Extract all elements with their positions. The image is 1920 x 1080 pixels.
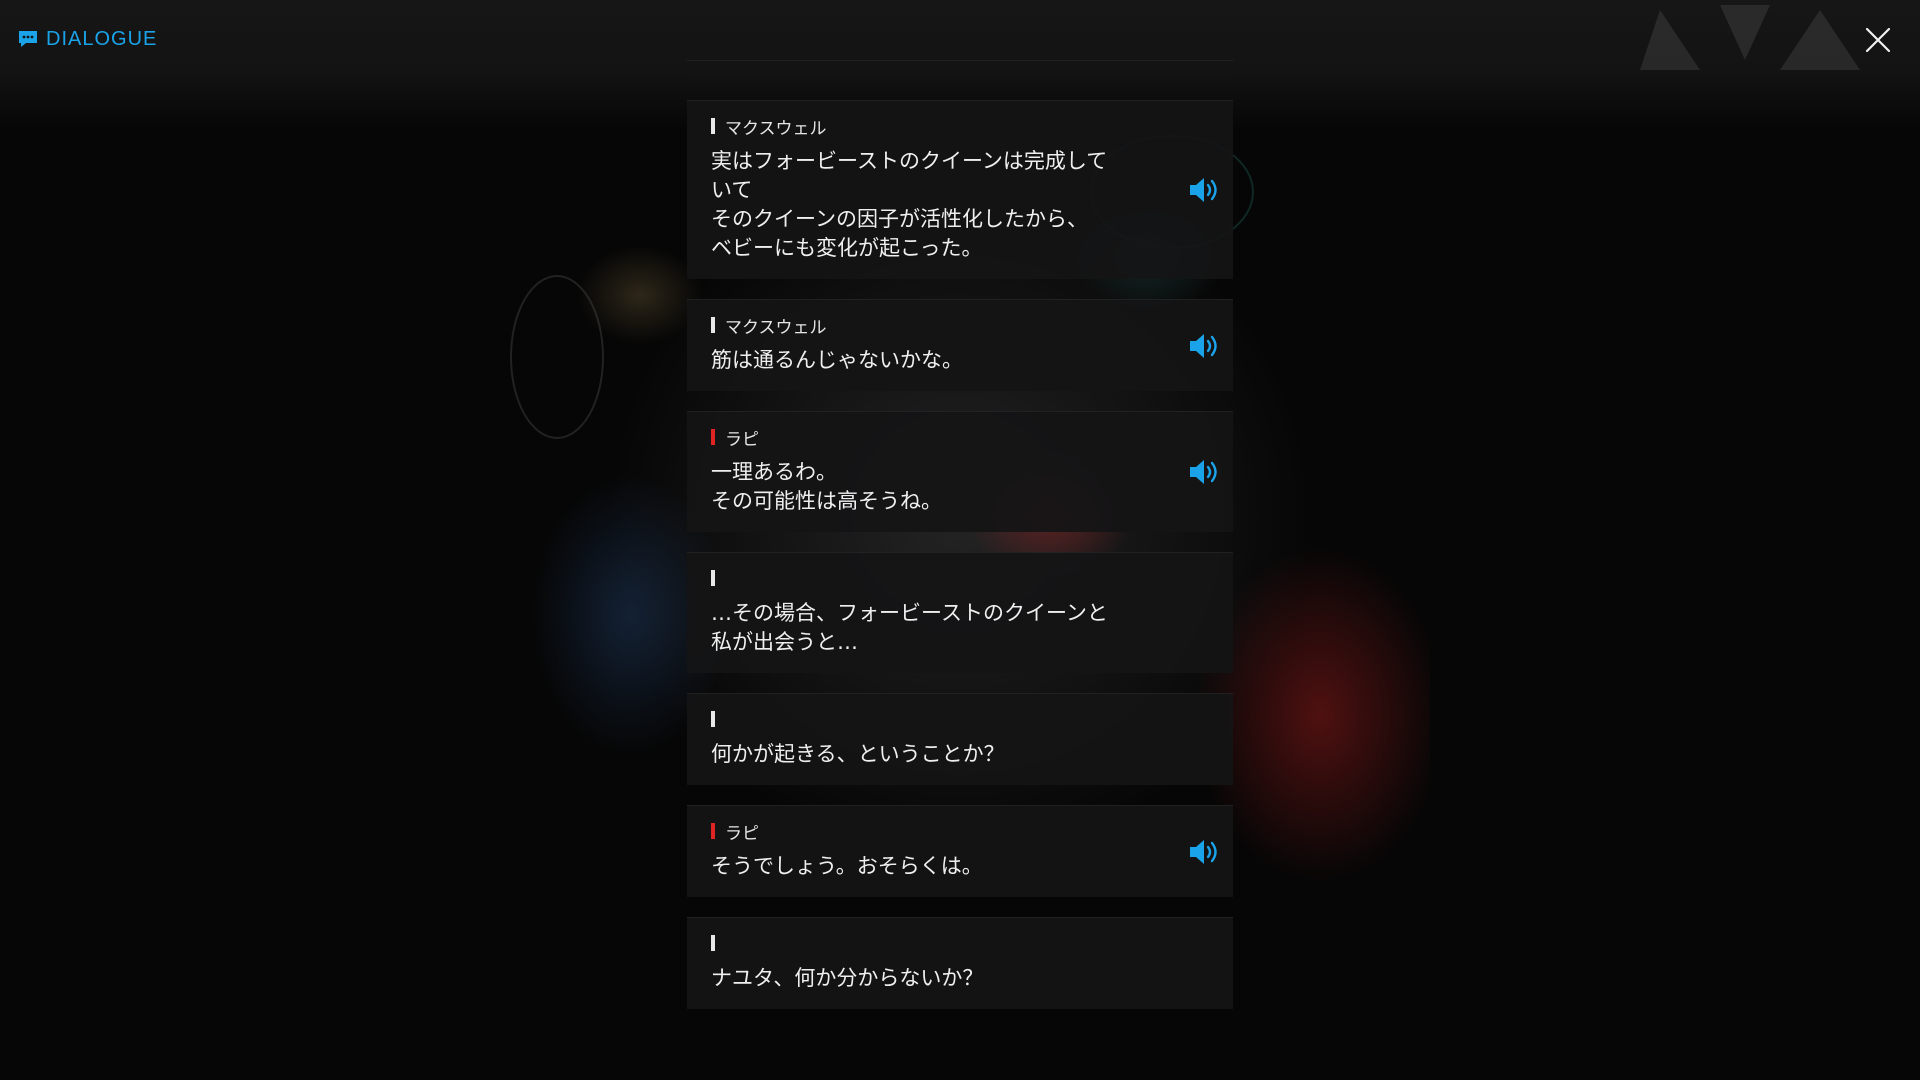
dialogue-text: …その場合、フォービーストのクイーンと 私が出会うと… — [711, 601, 1108, 654]
speaker-indicator-bar — [711, 118, 715, 134]
speaker-name: ラピ — [725, 823, 759, 844]
close-button[interactable] — [1864, 26, 1892, 54]
speaker-name: マクスウェル — [725, 317, 827, 338]
dialogue-entry: ラピそうでしょう。おそらくは。 — [687, 805, 1233, 897]
speaker-volume-icon — [1190, 333, 1217, 358]
dialogue-entry: マクスウェル実はフォービーストのクイーンは完成していて そのクイーンの因子が活性… — [687, 100, 1233, 279]
speaker-row — [711, 932, 1123, 954]
dialogue-text: ナユタ、何か分からないか？ — [711, 966, 984, 990]
dialogue-entry: …その場合、フォービーストのクイーンと 私が出会うと… — [687, 552, 1233, 673]
speaker-indicator-bar — [711, 935, 715, 951]
speaker-row: ラピ — [711, 426, 1123, 450]
speaker-indicator-bar — [711, 823, 715, 839]
speaker-row — [711, 708, 1123, 730]
speaker-indicator-bar — [711, 429, 715, 445]
dialogue-header: DIALOGUE — [18, 28, 157, 50]
play-voice-button[interactable] — [1187, 175, 1223, 205]
play-voice-button[interactable] — [1187, 837, 1223, 867]
dialogue-log-screen: DIALOGUE マクスウェル実はフォービーストのクイーンは完成していて そのク… — [0, 0, 1920, 1080]
chat-bubble-icon — [19, 31, 37, 47]
dialogue-text: 実はフォービーストのクイーンは完成していて そのクイーンの因子が活性化したから、… — [711, 149, 1108, 260]
dialogue-text: 何かが起きる、ということか？ — [711, 742, 1005, 766]
dialogue-text: 筋は通るんじゃないかな。 — [711, 348, 963, 372]
speaker-indicator-bar — [711, 570, 715, 586]
speaker-volume-icon — [1190, 460, 1217, 484]
speaker-volume-icon — [1190, 839, 1217, 864]
speaker-row: マクスウェル — [711, 314, 1123, 338]
close-icon — [1865, 27, 1891, 53]
dialogue-text: 一理あるわ。 その可能性は高そうね。 — [711, 460, 942, 513]
background-cable-decoration — [510, 275, 604, 439]
speaker-row: ラピ — [711, 820, 1123, 844]
speaker-indicator-bar — [711, 711, 715, 727]
speaker-indicator-bar — [711, 317, 715, 333]
speaker-row: マクスウェル — [711, 115, 1123, 139]
speaker-name: ラピ — [725, 429, 759, 450]
play-voice-button[interactable] — [1187, 457, 1223, 487]
dialogue-text: そうでしょう。おそらくは。 — [711, 854, 983, 878]
dialogue-log-list[interactable]: マクスウェル実はフォービーストのクイーンは完成していて そのクイーンの因子が活性… — [687, 60, 1233, 1029]
dialogue-entry: マクスウェル筋は通るんじゃないかな。 — [687, 299, 1233, 391]
speaker-name: マクスウェル — [725, 118, 827, 139]
speaker-row — [711, 567, 1123, 589]
dialogue-title: DIALOGUE — [46, 28, 158, 50]
speaker-volume-icon — [1190, 178, 1217, 202]
dialogue-entry: 何かが起きる、ということか？ — [687, 693, 1233, 785]
corner-emblem-art — [1640, 5, 1860, 70]
dialogue-entry-partial — [687, 60, 1233, 80]
dialogue-entry: ラピ一理あるわ。 その可能性は高そうね。 — [687, 411, 1233, 532]
dialogue-entry: ナユタ、何か分からないか？ — [687, 917, 1233, 1009]
play-voice-button[interactable] — [1187, 331, 1223, 361]
